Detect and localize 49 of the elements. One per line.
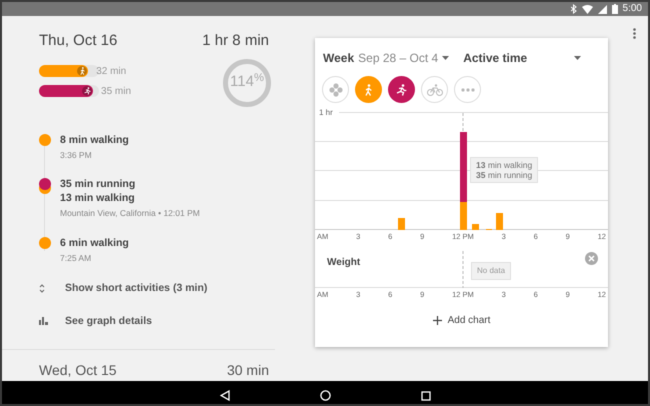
activity-detail: Mountain View, California • 12:01 PM — [60, 207, 200, 220]
goal-percent: 114$^{%}$ — [230, 71, 264, 92]
expand-icon — [39, 284, 45, 294]
activity-detail: 3:36 PM — [60, 148, 93, 162]
bar-chart-icon — [39, 317, 49, 326]
activity-duration: 35 min — [101, 84, 132, 98]
see-graph-details-link[interactable]: See graph details — [39, 314, 152, 330]
chart-bar — [472, 224, 479, 230]
period-dropdown[interactable]: Week Sep 28 – Oct 4 — [323, 49, 450, 67]
battery-icon — [612, 4, 618, 14]
activity-detail: 7:25 AM — [60, 252, 92, 265]
day-date: Thu, Oct 16 — [39, 31, 118, 51]
day-date: Wed, Oct 15 — [39, 361, 117, 380]
show-short-activities-link[interactable]: Show short activities (3 min) — [39, 280, 208, 296]
caret-icon — [442, 56, 450, 60]
weight-title: Weight — [327, 256, 360, 270]
overflow-menu-icon[interactable] — [633, 28, 636, 39]
close-icon — [588, 255, 595, 262]
activity-duration: 32 min — [96, 64, 126, 78]
activity-title: 8 min walking — [60, 132, 129, 146]
running-person-icon — [396, 84, 407, 96]
chart-bar — [496, 213, 503, 230]
back-icon[interactable] — [220, 390, 230, 402]
activity-title: 13 min walking — [60, 191, 136, 206]
more-dots-icon — [460, 88, 474, 92]
day-total: 30 min — [226, 361, 269, 380]
activity-title: 35 min running — [60, 177, 136, 192]
home-icon[interactable] — [320, 390, 330, 402]
dots-cluster-icon — [328, 82, 342, 96]
recents-icon[interactable] — [420, 390, 430, 401]
metric-dropdown[interactable]: Active time — [463, 49, 582, 67]
chart-bar — [398, 218, 405, 230]
walking-person-icon — [78, 67, 86, 75]
activity-title: 6 min walking — [60, 236, 129, 250]
day-total: 1 hr 8 min — [202, 31, 269, 51]
activity-filter-button[interactable] — [388, 76, 415, 103]
caret-icon — [574, 56, 582, 60]
status-time: 5:00 — [622, 4, 642, 14]
wifi-icon — [582, 4, 593, 14]
chart-tooltip: No data — [471, 262, 512, 280]
plus-icon — [432, 316, 442, 324]
bicycle-icon — [426, 84, 442, 96]
running-person-icon — [84, 87, 90, 95]
chart-tooltip: 13 min walking 35 min running — [470, 157, 538, 183]
add-chart-button[interactable]: Add chart — [432, 312, 490, 328]
walking-person-icon — [364, 84, 373, 96]
dashed-marker-line — [462, 251, 464, 288]
signal-icon — [598, 4, 607, 14]
bluetooth-icon — [570, 4, 577, 14]
